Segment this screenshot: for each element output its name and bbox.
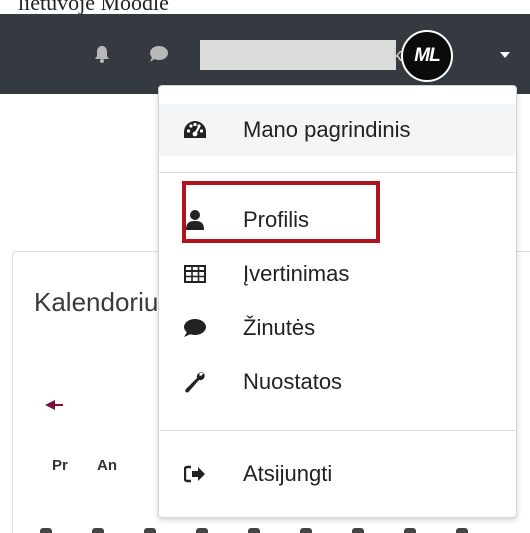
menu-divider <box>159 430 516 431</box>
avatar[interactable]: ML <box>401 30 453 82</box>
menu-item-grades[interactable]: Įvertinimas <box>159 248 516 300</box>
menu-item-label: Mano pagrindinis <box>243 117 411 142</box>
highlight-box <box>182 181 380 243</box>
calendar-title: Kalendorius <box>34 287 172 317</box>
menu-item-label: Nuostatos <box>243 369 343 394</box>
top-caption: lietuvoje Moodle <box>0 0 530 14</box>
weekday-label: An <box>97 457 117 474</box>
top-caption-text: lietuvoje Moodle <box>18 0 169 14</box>
menu-item-logout[interactable]: Atsijungti <box>159 448 516 500</box>
menu-item-messages[interactable]: Žinutės <box>159 302 516 354</box>
chevron-down-icon[interactable] <box>500 52 510 58</box>
menu-divider <box>159 172 516 173</box>
username-redacted[interactable] <box>200 40 396 70</box>
chat-bubble-icon <box>183 316 207 340</box>
user-dropdown-menu: Mano pagrindinis Profilis Įvertinimas Ži… <box>158 85 517 518</box>
menu-item-label: Įvertinimas <box>243 261 350 286</box>
menu-item-label: Atsijungti <box>243 461 333 486</box>
wrench-icon <box>183 370 207 394</box>
dashboard-icon <box>183 118 207 142</box>
chat-icon[interactable] <box>148 44 168 64</box>
menu-item-label: Žinutės <box>243 315 316 340</box>
avatar-initials: ML <box>414 45 440 66</box>
menu-item-preferences[interactable]: Nuostatos <box>159 356 516 408</box>
weekday-label: Pr <box>52 457 68 474</box>
top-navbar: k ML <box>0 14 530 94</box>
arrow-left-icon[interactable] <box>45 397 65 410</box>
table-icon <box>183 262 207 286</box>
bell-icon[interactable] <box>92 44 112 64</box>
calendar-days-row <box>40 524 530 533</box>
menu-item-dashboard[interactable]: Mano pagrindinis <box>159 104 516 156</box>
sign-out-icon <box>183 462 207 486</box>
